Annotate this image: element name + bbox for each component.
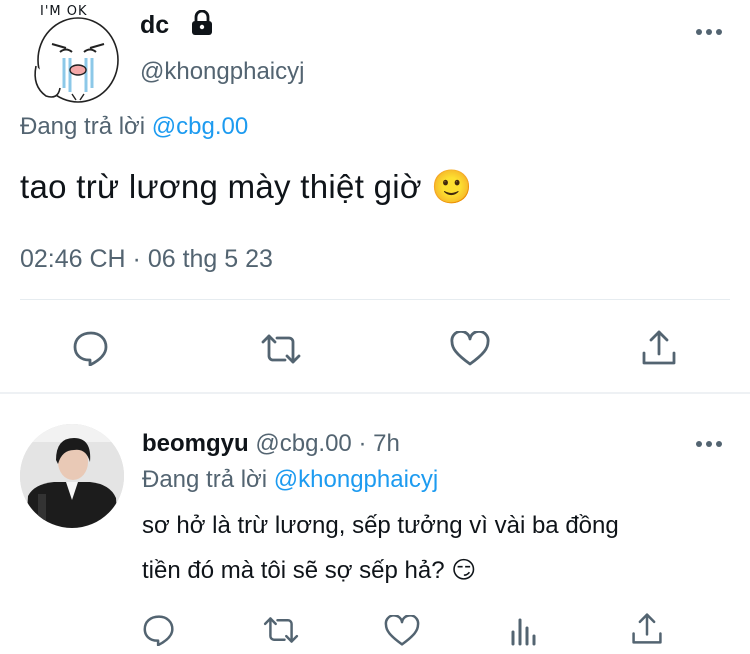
tweet-text: tao trừ lương mày thiệt giờ 🙂	[20, 168, 473, 205]
section-separator	[0, 392, 750, 394]
reply-icon[interactable]	[142, 614, 176, 646]
replying-to-link[interactable]: @khongphaicyj	[274, 466, 438, 493]
divider	[20, 299, 730, 300]
share-icon[interactable]	[640, 329, 678, 367]
like-icon[interactable]	[384, 615, 420, 647]
replying-to: Đang trả lời @khongphaicyj	[142, 466, 438, 494]
im-ok-sticker-image	[34, 17, 119, 103]
share-icon[interactable]	[630, 612, 664, 646]
like-icon[interactable]	[450, 331, 490, 367]
replying-to-label: Đang trả lời	[20, 113, 146, 140]
relative-time[interactable]: · 7h	[358, 430, 399, 457]
handle: @cbg.00	[255, 430, 352, 457]
reply-icon[interactable]	[72, 330, 110, 366]
avatar-caption: I'M OK	[40, 4, 88, 19]
more-icon[interactable]	[696, 441, 722, 447]
lock-icon	[190, 10, 214, 36]
handle: @khongphaicyj	[140, 58, 305, 85]
retweet-icon[interactable]	[259, 332, 303, 366]
avatar[interactable]: I'M OK	[14, 4, 126, 108]
tweet-text-line-1: sơ hở là trừ lương, sếp tưởng vì vài ba …	[142, 512, 619, 539]
reply-header: beomgyu @cbg.00 · 7h	[142, 430, 400, 458]
display-name[interactable]: dc	[140, 11, 169, 40]
replying-to-link[interactable]: @cbg.00	[152, 113, 248, 140]
more-icon[interactable]	[696, 29, 722, 35]
profile-photo	[20, 424, 124, 528]
replying-to-label: Đang trả lời	[142, 466, 268, 493]
analytics-icon[interactable]	[508, 614, 540, 646]
retweet-icon[interactable]	[261, 615, 301, 645]
avatar[interactable]	[20, 424, 124, 528]
timestamp[interactable]: 02:46 CH · 06 thg 5 23	[20, 245, 273, 274]
replying-to: Đang trả lời @cbg.00	[20, 113, 248, 141]
display-name[interactable]: beomgyu	[142, 430, 249, 457]
tweet-text-line-2: tiền đó mà tôi sẽ sợ sếp hả? 😏	[142, 557, 477, 584]
